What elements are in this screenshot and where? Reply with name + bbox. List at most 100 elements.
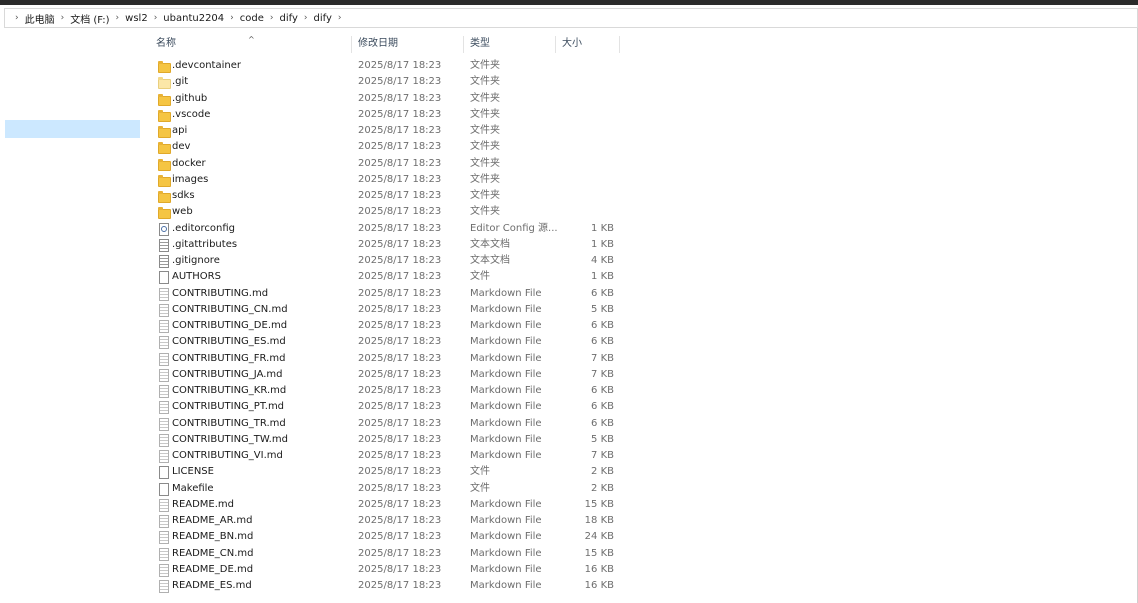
markdown-file-icon [158, 547, 170, 561]
file-row[interactable]: CONTRIBUTING_DE.md 2025/8/17 18:23 Markdow… [150, 318, 630, 334]
file-row[interactable]: .github 2025/8/17 18:23 文件夹 [150, 91, 630, 107]
breadcrumb-ubantu2204[interactable]: ubantu2204 [163, 13, 224, 24]
file-row[interactable]: README_AR.md 2025/8/17 18:23 Markdown File… [150, 513, 630, 529]
file-size: 7 KB [591, 450, 614, 461]
file-row[interactable]: CONTRIBUTING_CN.md 2025/8/17 18:23 Markdow… [150, 302, 630, 318]
file-row[interactable]: LICENSE 2025/8/17 18:23 文件 2 KB [150, 464, 630, 480]
file-row[interactable]: CONTRIBUTING_JA.md 2025/8/17 18:23 Markdow… [150, 367, 630, 383]
config-file-icon [158, 222, 170, 236]
file-type: 文件夹 [470, 141, 500, 153]
markdown-file-icon [158, 563, 170, 577]
file-modified-date: 2025/8/17 18:23 [358, 498, 442, 510]
file-name: .git [172, 76, 189, 88]
breadcrumb-drive[interactable]: 文档 (F:) [70, 11, 109, 26]
file-row[interactable]: CONTRIBUTING_VI.md 2025/8/17 18:23 Markdow… [150, 448, 630, 464]
file-row[interactable]: CONTRIBUTING_PT.md 2025/8/17 18:23 Markdow… [150, 399, 630, 415]
chevron-right-icon[interactable]: › [116, 13, 120, 23]
file-name: CONTRIBUTING_ES.md [172, 336, 286, 348]
file-type: Markdown File [470, 303, 542, 315]
file-size: 6 KB [591, 320, 614, 331]
navigation-selected-item[interactable] [5, 120, 140, 138]
folder-icon [158, 158, 171, 171]
file-type: Markdown File [470, 515, 542, 526]
file-row[interactable]: .git 2025/8/17 18:23 文件夹 [150, 74, 630, 90]
file-size: 24 KB [584, 531, 614, 543]
file-row[interactable]: README.md 2025/8/17 18:23 Markdown File 15 … [150, 497, 630, 513]
column-header-type[interactable]: 类型 [464, 33, 556, 55]
folder-icon [158, 60, 171, 73]
file-size: 6 KB [591, 401, 614, 413]
breadcrumb-dify[interactable]: dify [280, 13, 298, 24]
file-row[interactable]: api 2025/8/17 18:23 文件夹 [150, 123, 630, 139]
markdown-file-icon [158, 368, 170, 382]
file-size: 7 KB [591, 352, 614, 364]
file-name: CONTRIBUTING_KR.md [172, 385, 287, 396]
file-name: .gitattributes [172, 238, 238, 250]
file-name: .gitignore [172, 255, 220, 266]
file-name: CONTRIBUTING.md [172, 287, 269, 299]
breadcrumb-this-pc[interactable]: 此电脑 [25, 11, 55, 26]
file-type: Markdown File [470, 320, 542, 331]
file-name: images [172, 173, 209, 185]
markdown-file-icon [158, 303, 170, 317]
file-type: Markdown File [470, 401, 542, 413]
breadcrumb-dify-current[interactable]: dify [314, 13, 332, 24]
column-header-size[interactable]: 大小 [556, 33, 620, 55]
markdown-file-icon [158, 450, 170, 463]
file-name: .editorconfig [172, 222, 235, 234]
file-row[interactable]: images 2025/8/17 18:23 文件夹 [150, 172, 630, 188]
file-size: 1 KB [591, 238, 614, 250]
file-row[interactable]: web 2025/8/17 18:23 文件夹 [150, 204, 630, 220]
chevron-right-icon[interactable]: › [230, 13, 234, 23]
file-row[interactable]: CONTRIBUTING_FR.md 2025/8/17 18:23 Markdow… [150, 351, 630, 367]
column-header-date[interactable]: 修改日期 [352, 33, 464, 55]
file-row[interactable]: CONTRIBUTING_TR.md 2025/8/17 18:23 Markdow… [150, 416, 630, 432]
column-header-name[interactable]: 名称 ^ [150, 33, 352, 55]
chevron-right-icon[interactable]: › [154, 13, 158, 23]
file-row[interactable]: CONTRIBUTING_ES.md 2025/8/17 18:23 Markdow… [150, 334, 630, 350]
breadcrumb-wsl2[interactable]: wsl2 [125, 13, 148, 24]
file-type: 文件夹 [470, 125, 500, 136]
file-type: 文件夹 [470, 173, 500, 185]
file-row[interactable]: Makefile 2025/8/17 18:23 文件 2 KB [150, 481, 630, 497]
file-row[interactable]: .gitignore 2025/8/17 18:23 文本文档 4 KB [150, 253, 630, 269]
address-bar[interactable]: › 此电脑 › 文档 (F:) › wsl2 › ubantu2204 › co… [4, 8, 1138, 28]
chevron-right-icon[interactable]: › [270, 13, 274, 23]
file-row[interactable]: README_CN.md 2025/8/17 18:23 Markdown File… [150, 546, 630, 562]
file-row[interactable]: AUTHORS 2025/8/17 18:23 文件 1 KB [150, 269, 630, 285]
file-size: 6 KB [591, 417, 614, 429]
file-row[interactable]: .vscode 2025/8/17 18:23 文件夹 [150, 107, 630, 123]
file-row[interactable]: dev 2025/8/17 18:23 文件夹 [150, 139, 630, 155]
folder-icon [158, 109, 171, 122]
file-row[interactable]: CONTRIBUTING_TW.md 2025/8/17 18:23 Markdow… [150, 432, 630, 448]
file-row[interactable]: CONTRIBUTING_KR.md 2025/8/17 18:23 Markdow… [150, 383, 630, 399]
file-row[interactable]: docker 2025/8/17 18:23 文件夹 [150, 156, 630, 172]
file-row[interactable]: README_ES.md 2025/8/17 18:23 Markdown File… [150, 578, 630, 594]
folder-light-icon [158, 76, 171, 90]
file-modified-date: 2025/8/17 18:23 [358, 466, 442, 478]
chevron-right-icon[interactable]: › [61, 13, 65, 23]
file-type: Markdown File [470, 531, 542, 543]
file-row[interactable]: README_BN.md 2025/8/17 18:23 Markdown File… [150, 529, 630, 545]
breadcrumb-code[interactable]: code [240, 13, 264, 24]
file-row[interactable]: .editorconfig 2025/8/17 18:23 Editor Confi… [150, 221, 630, 237]
file-row[interactable]: .devcontainer 2025/8/17 18:23 文件夹 [150, 58, 630, 74]
navigation-pane[interactable] [0, 28, 140, 603]
file-type: Markdown File [470, 287, 542, 299]
file-name: CONTRIBUTING_CN.md [172, 303, 288, 315]
file-modified-date: 2025/8/17 18:23 [358, 238, 442, 250]
column-divider[interactable] [619, 36, 620, 53]
file-row[interactable]: README_DE.md 2025/8/17 18:23 Markdown File… [150, 562, 630, 578]
file-modified-date: 2025/8/17 18:23 [358, 287, 442, 299]
file-row[interactable]: .gitattributes 2025/8/17 18:23 文本文档 1 KB [150, 237, 630, 253]
markdown-file-icon [158, 401, 170, 415]
file-size: 16 KB [584, 580, 614, 591]
file-name: CONTRIBUTING_VI.md [172, 450, 283, 461]
file-row[interactable]: CONTRIBUTING.md 2025/8/17 18:23 Markdown F… [150, 286, 630, 302]
chevron-right-icon[interactable]: › [304, 13, 308, 23]
file-row[interactable]: sdks 2025/8/17 18:23 文件夹 [150, 188, 630, 204]
folder-icon [158, 125, 171, 138]
chevron-right-icon[interactable]: › [15, 13, 19, 23]
file-name: CONTRIBUTING_DE.md [172, 320, 288, 331]
chevron-right-icon[interactable]: › [338, 13, 342, 23]
